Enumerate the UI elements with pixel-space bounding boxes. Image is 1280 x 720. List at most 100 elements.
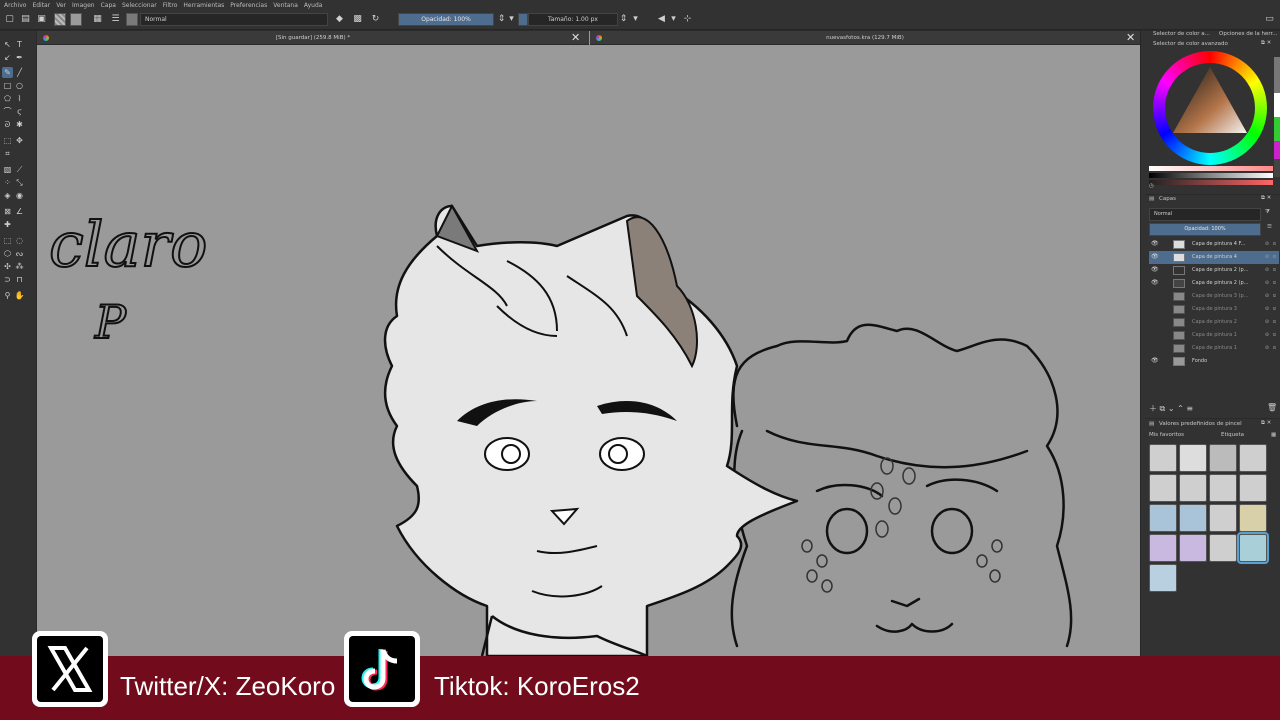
brush-preset-tile[interactable] <box>1209 474 1237 502</box>
crop-wrap-icon[interactable]: ⊹ <box>682 14 693 25</box>
brush-preset-tile[interactable] <box>1149 504 1177 532</box>
text-tool-icon[interactable]: T <box>14 39 25 50</box>
menu-ayuda[interactable]: Ayuda <box>304 2 323 9</box>
size-slider-fill[interactable] <box>518 13 528 26</box>
close-icon[interactable]: ✕ <box>1126 32 1135 44</box>
gradient-swatch[interactable] <box>54 13 66 26</box>
layer-row[interactable]: Capa de pintura 1 ⊘ α <box>1149 329 1279 342</box>
close-icon[interactable]: ✕ <box>571 32 580 44</box>
reference-tool-icon[interactable]: ✚ <box>2 219 13 230</box>
contiguous-select-icon[interactable]: ✣ <box>2 261 13 272</box>
layer-lock-icon[interactable]: ⊘ α <box>1265 264 1277 277</box>
menu-capa[interactable]: Capa <box>101 2 116 9</box>
menu-editar[interactable]: Editar <box>32 2 50 9</box>
delete-layer-icon[interactable]: 🗑 <box>1267 403 1277 412</box>
properties-icon[interactable]: ≡ <box>1186 404 1193 413</box>
eye-icon[interactable]: 👁 <box>1151 253 1159 260</box>
multibrush-icon[interactable]: ✱ <box>14 119 25 130</box>
brush-preset-tile[interactable] <box>1239 444 1267 472</box>
eye-icon[interactable]: 👁 <box>1151 266 1159 273</box>
brush-preset-tile-selected[interactable] <box>1237 532 1269 564</box>
measure-tool-icon[interactable]: ∠ <box>14 206 25 217</box>
color-triangle[interactable] <box>1165 63 1255 153</box>
calligraphy-icon[interactable]: ✒ <box>14 52 25 63</box>
brush-preset-tile[interactable] <box>1149 564 1177 592</box>
smart-patch-icon[interactable]: ⁘ <box>2 177 13 188</box>
layer-row[interactable]: Capa de pintura 3 ⊘ α <box>1149 303 1279 316</box>
colorize-mask-icon[interactable]: ⤡ <box>14 177 25 188</box>
layer-row[interactable]: 👁 Capa de pintura 2 (p... ⊘ α <box>1149 264 1279 277</box>
polyline-tool-icon[interactable]: ⌇ <box>14 93 25 104</box>
brush-preset-tile[interactable] <box>1239 474 1267 502</box>
menu-imagen[interactable]: Imagen <box>72 2 95 9</box>
layer-lock-icon[interactable]: ⊘ α <box>1265 238 1277 251</box>
dynamic-brush-icon[interactable]: ᘐ <box>2 119 13 130</box>
polygon-select-icon[interactable]: ⬡ <box>2 248 13 259</box>
similar-select-icon[interactable]: ⁂ <box>14 261 25 272</box>
brush-preset-tile[interactable] <box>1179 504 1207 532</box>
move-up-icon[interactable]: ⌃ <box>1177 404 1184 413</box>
assistant-tool-icon[interactable]: ⊠ <box>2 206 13 217</box>
crop-tool-icon[interactable]: ⌗ <box>2 148 13 159</box>
freehand-path-icon[interactable]: ϛ <box>14 106 25 117</box>
menu-ventana[interactable]: Ventana <box>273 2 298 9</box>
ellipse-tool-icon[interactable]: ○ <box>14 80 25 91</box>
brush-filter-select[interactable]: Mis favoritos <box>1149 432 1184 438</box>
freehand-brush-icon[interactable]: ✎ <box>2 67 13 78</box>
layer-lock-icon[interactable]: ⊘ α <box>1265 329 1277 342</box>
float-icon[interactable]: ⧉ ✕ <box>1261 40 1271 47</box>
layer-row[interactable]: 👁 Capa de pintura 4 F... ⊘ α <box>1149 238 1279 251</box>
document-tab-1[interactable]: [Sin guardar] (259.8 MiB) * ✕ <box>37 31 589 45</box>
select-shapes-icon[interactable]: ↖ <box>2 39 13 50</box>
eye-icon[interactable]: 👁 <box>1151 279 1159 286</box>
size-slider[interactable]: Tamaño: 1.00 px <box>528 13 618 26</box>
line-tool-icon[interactable]: ╱ <box>14 67 25 78</box>
bezier-select-icon[interactable]: ⊃ <box>2 274 13 285</box>
layer-row[interactable]: Capa de pintura 1 ⊘ α <box>1149 342 1279 355</box>
rectangle-tool-icon[interactable]: □ <box>2 80 13 91</box>
brush-preset-tile[interactable] <box>1149 534 1177 562</box>
fill-tool-icon[interactable]: ◈ <box>2 190 13 201</box>
layer-lock-icon[interactable]: ⊘ α <box>1265 303 1277 316</box>
brush-presets-float-icon[interactable]: ⧉ ✕ <box>1261 420 1271 427</box>
layers-blend-select[interactable]: Normal <box>1149 208 1261 221</box>
move-tool-icon[interactable]: ✥ <box>14 135 25 146</box>
color-history-strip[interactable] <box>1274 57 1280 177</box>
bezier-tool-icon[interactable]: ⌒ <box>2 106 13 117</box>
freehand-select-icon[interactable]: ᔓ <box>14 248 25 259</box>
move-down-icon[interactable]: ⌄ <box>1168 404 1175 413</box>
add-layer-icon[interactable]: ＋ <box>1149 404 1157 413</box>
workspace-icon[interactable]: ▭ <box>1264 14 1275 25</box>
layers-menu-icon[interactable]: ☰ <box>1267 224 1272 230</box>
menu-archivo[interactable]: Archivo <box>4 2 26 9</box>
color-picker-icon[interactable]: ⟋ <box>14 164 25 175</box>
brush-grid-icon[interactable]: ▦ <box>1271 432 1276 438</box>
gradient-tool-icon[interactable]: ▧ <box>2 164 13 175</box>
layer-lock-icon[interactable]: ⊘ α <box>1265 277 1277 290</box>
mirror-horizontal-icon[interactable]: ◀ <box>656 14 667 25</box>
open-document-icon[interactable]: ▤ <box>20 14 31 25</box>
brush-preset-tile[interactable] <box>1179 474 1207 502</box>
layer-lock-icon[interactable]: ⊘ α <box>1265 342 1277 355</box>
ellipse-select-icon[interactable]: ◌ <box>14 235 25 246</box>
duplicate-layer-icon[interactable]: ⧉ <box>1160 404 1166 413</box>
layer-lock-icon[interactable]: ⊘ α <box>1265 316 1277 329</box>
brush-tag-select[interactable]: Etiqueta <box>1221 432 1244 438</box>
new-document-icon[interactable]: ▢ <box>4 14 15 25</box>
pattern-swatch[interactable] <box>70 13 82 26</box>
enclose-fill-icon[interactable]: ◉ <box>14 190 25 201</box>
alpha-lock-icon[interactable]: ▩ <box>352 14 363 25</box>
brush-settings-icon[interactable]: ☰ <box>110 14 121 25</box>
document-tab-2[interactable]: nuevasfotos.kra (129.7 MiB) ✕ <box>590 31 1140 45</box>
menu-preferencias[interactable]: Preferencias <box>230 2 267 9</box>
tab-tool-options[interactable]: Opciones de la herr... <box>1219 31 1278 37</box>
tab-color-selector[interactable]: Selector de color a... <box>1153 31 1210 37</box>
rect-select-icon[interactable]: ⬚ <box>2 235 13 246</box>
brush-preset-tile[interactable] <box>1239 504 1267 532</box>
eraser-icon[interactable]: ◆ <box>334 14 345 25</box>
layer-row-background[interactable]: 👁 Fondo <box>1149 355 1279 368</box>
layer-row-selected[interactable]: 👁 Capa de pintura 4 ⊘ α <box>1149 251 1279 264</box>
layer-row[interactable]: Capa de pintura 2 ⊘ α <box>1149 316 1279 329</box>
layer-lock-icon[interactable]: ⊘ α <box>1265 251 1277 264</box>
size-dropdown-icon[interactable]: ▾ <box>630 14 641 25</box>
